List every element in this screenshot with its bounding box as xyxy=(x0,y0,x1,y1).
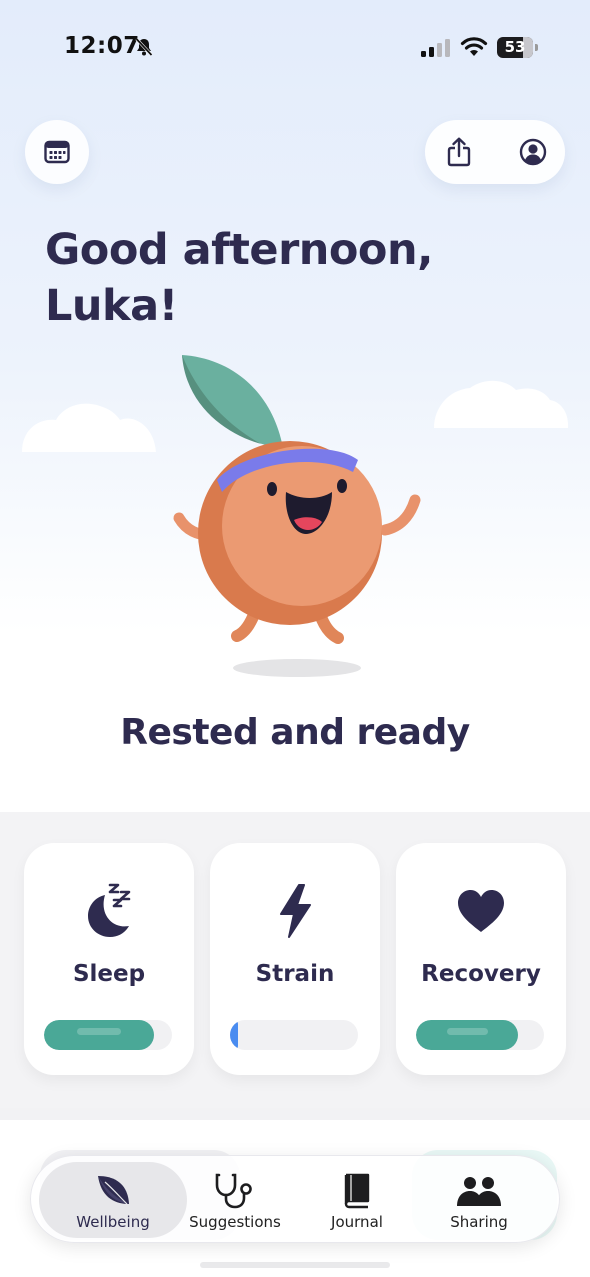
tab-sharing[interactable]: Sharing xyxy=(405,1162,553,1238)
stethoscope-icon xyxy=(215,1173,252,1209)
greeting-title: Good afternoon, Luka! xyxy=(45,225,433,331)
header-actions xyxy=(425,120,565,184)
tab-label-sharing: Sharing xyxy=(450,1213,508,1231)
metric-label-recovery: Recovery xyxy=(421,961,541,987)
book-icon xyxy=(344,1173,370,1209)
cloud-right xyxy=(434,380,569,428)
leaf-icon xyxy=(98,1176,129,1205)
bell-slash-icon xyxy=(135,37,153,57)
sleep-progress-fill xyxy=(44,1020,155,1050)
sleep-progress xyxy=(44,1020,172,1050)
metric-label-sleep: Sleep xyxy=(72,961,146,987)
metric-label-strain: Strain xyxy=(255,961,335,987)
moon-zzz-icon xyxy=(88,883,131,937)
calendar-icon xyxy=(44,140,70,164)
strain-progress-fill xyxy=(230,1020,238,1050)
share-icon xyxy=(447,137,471,167)
profile-button[interactable] xyxy=(517,136,549,168)
peach-mascot xyxy=(173,355,421,677)
people-icon xyxy=(457,1177,501,1206)
profile-icon xyxy=(519,138,547,166)
sleep-card[interactable]: Sleep xyxy=(24,843,194,1075)
status-bar: 12:07 53 xyxy=(0,0,590,96)
wifi-icon xyxy=(460,37,488,56)
home-indicator xyxy=(200,1262,390,1268)
cloud-left xyxy=(22,403,156,452)
heart-icon xyxy=(458,890,504,932)
calendar-button[interactable] xyxy=(25,120,89,184)
lightning-icon xyxy=(280,884,311,938)
strain-progress xyxy=(230,1020,358,1050)
signal-icon xyxy=(421,39,450,57)
battery-level: 53 xyxy=(504,38,526,56)
recovery-card[interactable]: Recovery xyxy=(396,843,566,1075)
share-button[interactable] xyxy=(443,136,475,168)
tab-bar: Wellbeing Suggestions Journal Sharing xyxy=(30,1155,560,1243)
battery-icon: 53 xyxy=(497,37,538,58)
recovery-progress-fill xyxy=(416,1020,519,1050)
recovery-progress xyxy=(416,1020,544,1050)
strain-card[interactable]: Strain xyxy=(210,843,380,1075)
mood-status: Rested and ready xyxy=(120,712,470,753)
status-time: 12:07 xyxy=(64,33,140,59)
